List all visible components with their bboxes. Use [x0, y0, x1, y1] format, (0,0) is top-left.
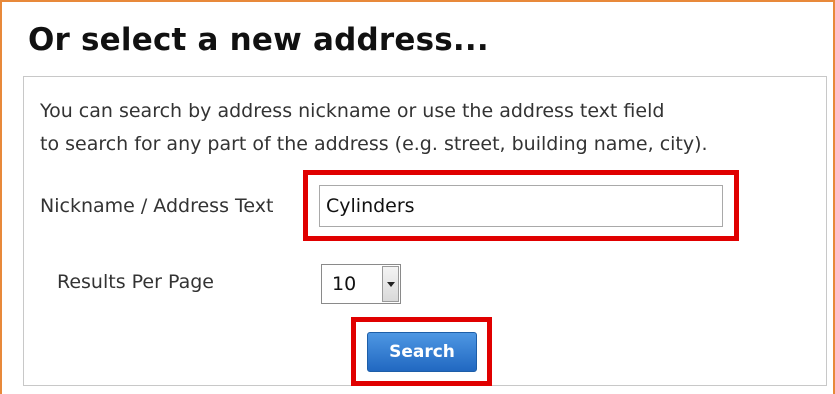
- results-per-page-label: Results Per Page: [57, 271, 214, 293]
- results-per-page-select[interactable]: 10: [321, 264, 401, 304]
- description-line-2: to search for any part of the address (e…: [40, 133, 708, 155]
- section-title: Or select a new address...: [28, 22, 489, 58]
- dropdown-arrow-icon[interactable]: [382, 266, 399, 302]
- description-line-1: You can search by address nickname or us…: [40, 100, 665, 122]
- search-description: You can search by address nickname or us…: [40, 95, 820, 161]
- nickname-input[interactable]: [319, 185, 723, 227]
- nickname-label: Nickname / Address Text: [40, 195, 274, 217]
- search-button[interactable]: Search: [367, 332, 477, 372]
- results-per-page-value: 10: [332, 273, 357, 295]
